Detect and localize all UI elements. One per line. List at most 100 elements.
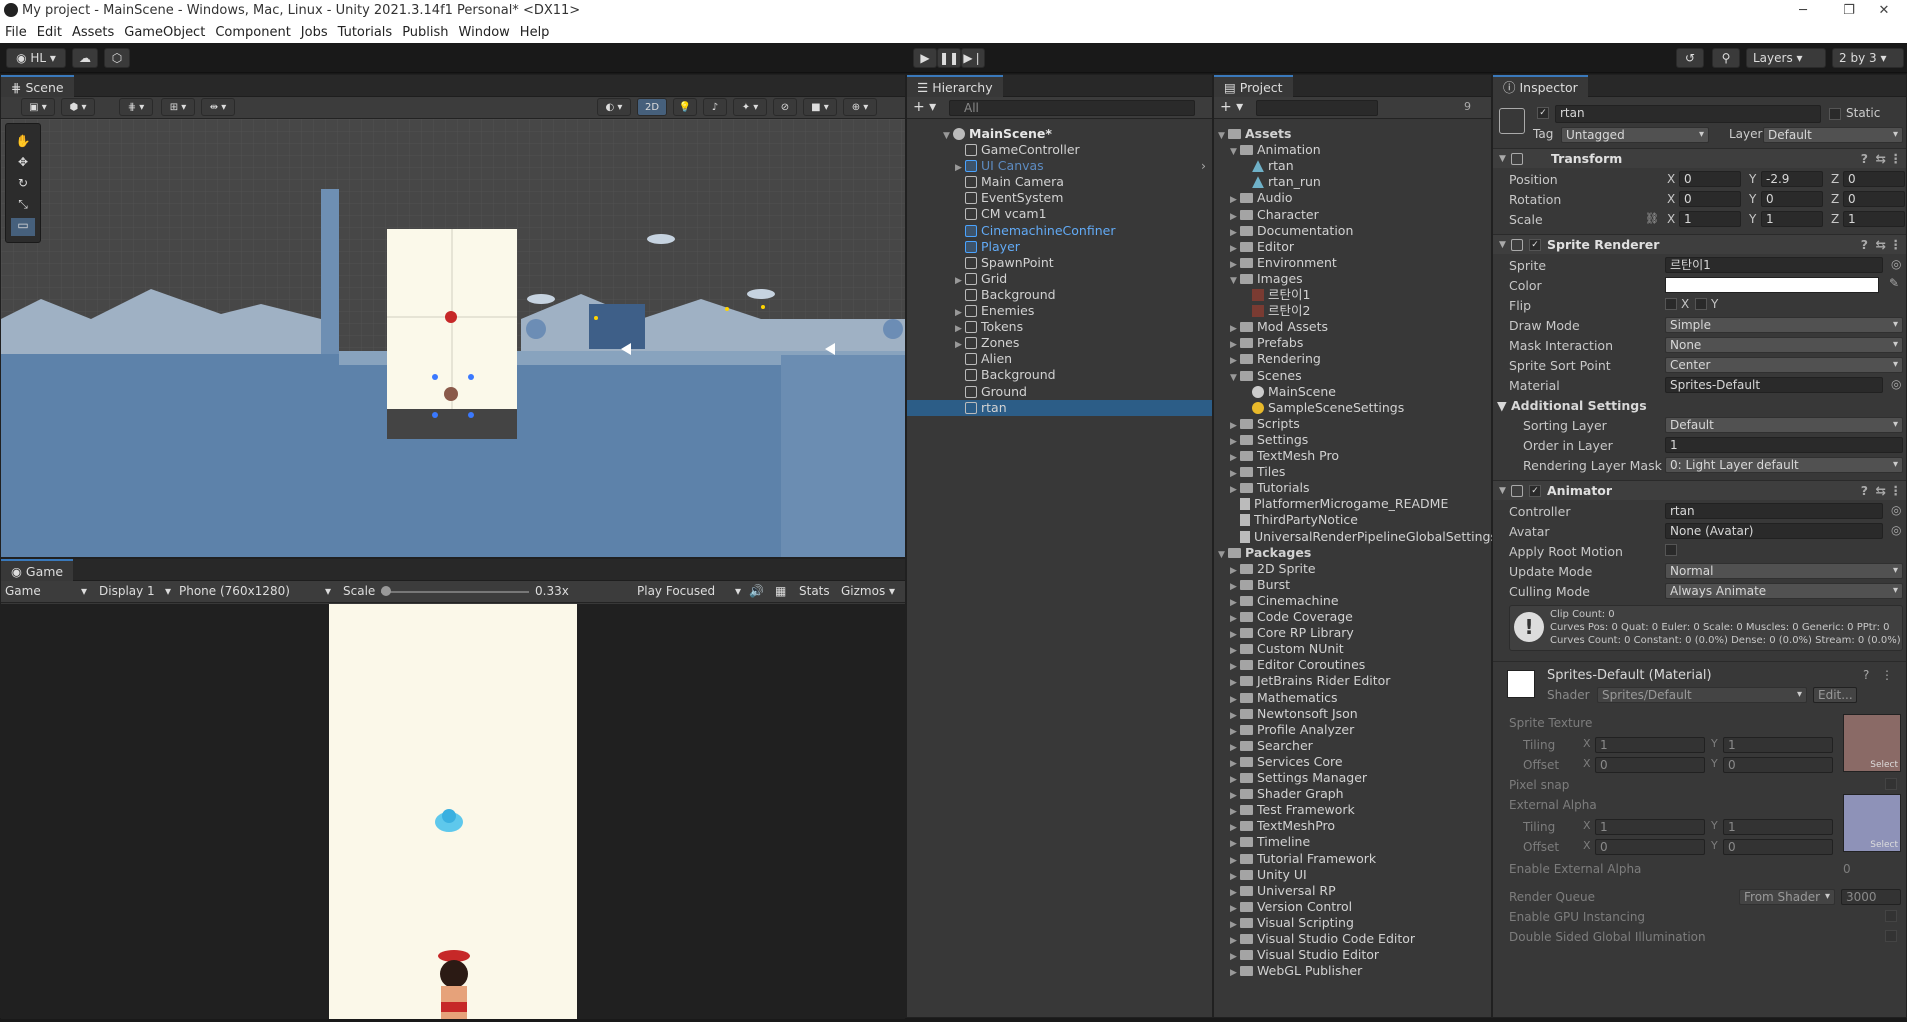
package-item[interactable]: ▶ Visual Scripting (1214, 915, 1491, 931)
project-item[interactable]: UniversalRenderPipelineGlobalSettings (1214, 529, 1497, 545)
project-item[interactable]: rtan (1214, 158, 1491, 174)
package-item[interactable]: ▶ Visual Studio Code Editor (1214, 931, 1491, 947)
package-item[interactable]: ▶ Services Core (1214, 754, 1491, 770)
hierarchy-item[interactable]: SpawnPoint (907, 255, 1212, 271)
account-button[interactable]: ◉ HL ▾ (6, 48, 66, 68)
project-item[interactable]: ▼ Animation (1214, 142, 1491, 158)
eyedropper-icon[interactable]: ✎ (1889, 276, 1899, 290)
help-icon[interactable]: ? (1861, 481, 1868, 501)
render-queue-dropdown[interactable]: From Shader (1739, 889, 1835, 905)
flip-y-checkbox[interactable] (1695, 298, 1707, 310)
tiling2-y[interactable]: 1 (1723, 819, 1833, 835)
component-menu-icon[interactable]: ⋮ (1890, 481, 1903, 501)
collab-icon[interactable]: ⬡ (104, 48, 130, 68)
rotate-tool-icon[interactable]: ↻ (11, 176, 35, 194)
scale-y[interactable]: 1 (1761, 211, 1823, 227)
gizmos-button[interactable]: Gizmos ▾ (841, 584, 901, 598)
hierarchy-item[interactable]: Alien (907, 351, 1212, 367)
offset1-x[interactable]: 0 (1595, 757, 1705, 773)
scene-viewport[interactable]: ✋ ✥ ↻ ⤡ ▭ (1, 119, 905, 557)
stats-button[interactable]: Stats (799, 584, 830, 598)
display-dropdown[interactable]: Display 1 ▾ (99, 584, 173, 598)
project-item[interactable]: ▶ Tutorials (1214, 480, 1491, 496)
mute-audio-icon[interactable]: 🔊 (749, 584, 764, 598)
pause-button[interactable]: ❚❚ (937, 48, 961, 68)
project-item[interactable]: ▶ Prefabs (1214, 335, 1491, 351)
avatar-field[interactable]: None (Avatar) (1665, 523, 1883, 539)
position-y[interactable]: -2.9 (1761, 171, 1823, 187)
material-help-icon[interactable]: ? (1863, 668, 1869, 682)
grid-dropdown[interactable]: ⊞ ▾ (161, 98, 195, 116)
animator-component[interactable]: ▼ ✓ Animator ? ⇆ ⋮ (1493, 480, 1906, 501)
project-item[interactable]: rtan_run (1214, 174, 1491, 190)
hierarchy-item[interactable]: Background (907, 287, 1212, 303)
sort-point-dropdown[interactable]: Center (1665, 357, 1903, 373)
lighting-icon[interactable]: 💡 (673, 98, 697, 116)
menu-component[interactable]: Component (210, 22, 295, 43)
history-icon[interactable]: ↺ (1676, 48, 1704, 68)
tab-scene[interactable]: ⋕ Scene (1, 75, 74, 97)
update-mode-dropdown[interactable]: Normal (1665, 563, 1903, 579)
hierarchy-item[interactable]: ▶ Tokens (907, 319, 1212, 335)
package-item[interactable]: ▶ Version Control (1214, 899, 1491, 915)
tab-inspector[interactable]: ⓘ Inspector (1493, 75, 1588, 97)
package-item[interactable]: ▶ Visual Studio Editor (1214, 947, 1491, 963)
project-item[interactable]: ThirdPartyNotice (1214, 512, 1491, 528)
move-tool-icon[interactable]: ✥ (11, 155, 35, 173)
project-item[interactable]: ▶ Editor (1214, 239, 1491, 255)
step-button[interactable]: ▶❘ (961, 48, 985, 68)
layer-dropdown[interactable]: Default (1763, 127, 1903, 143)
project-item[interactable]: ▶ Mod Assets (1214, 319, 1491, 335)
rect-tool-icon[interactable]: ▭ (11, 218, 35, 236)
controller-picker-icon[interactable]: ◎ (1891, 503, 1901, 517)
project-item[interactable]: ▶ Audio (1214, 190, 1491, 206)
menu-help[interactable]: Help (515, 22, 555, 43)
menu-jobs[interactable]: Jobs (296, 22, 333, 43)
project-item[interactable]: ▶ Tiles (1214, 464, 1491, 480)
project-item[interactable]: MainScene (1214, 384, 1491, 400)
package-item[interactable]: ▶ 2D Sprite (1214, 561, 1491, 577)
game-viewport[interactable] (1, 604, 905, 1019)
package-item[interactable]: ▶ Newtonsoft Json (1214, 706, 1491, 722)
scale-x[interactable]: 1 (1679, 211, 1741, 227)
sprite-texture-thumbnail[interactable]: Select (1843, 714, 1901, 772)
layout-dropdown[interactable]: 2 by 3 ▾ (1832, 48, 1904, 68)
create-add-button[interactable]: + ▾ (913, 99, 936, 115)
tab-project[interactable]: ▤ Project (1214, 75, 1293, 97)
package-item[interactable]: ▶ Mathematics (1214, 690, 1491, 706)
project-item[interactable]: ▶ Settings (1214, 432, 1491, 448)
offset2-y[interactable]: 0 (1723, 839, 1833, 855)
apply-root-motion-checkbox[interactable] (1665, 544, 1677, 556)
rendering-layer-mask-dropdown[interactable]: 0: Light Layer default (1665, 457, 1903, 473)
hierarchy-item[interactable]: EventSystem (907, 190, 1212, 206)
shader-dropdown[interactable]: Sprites/Default (1597, 687, 1807, 703)
game-view-dropdown[interactable]: Game ▾ (5, 584, 89, 598)
order-in-layer-input[interactable]: 1 (1665, 437, 1903, 453)
active-checkbox[interactable]: ✓ (1537, 107, 1549, 119)
sprite-field[interactable]: 르탄이1 (1665, 257, 1883, 273)
resolution-dropdown[interactable]: Phone (760x1280) ▾ (179, 584, 333, 598)
menu-assets[interactable]: Assets (67, 22, 119, 43)
foldout-arrow-icon[interactable]: ▼ (1499, 149, 1506, 169)
hierarchy-item[interactable]: CinemachineConfiner (907, 223, 1212, 239)
culling-mode-dropdown[interactable]: Always Animate (1665, 583, 1903, 599)
layers-dropdown[interactable]: Layers ▾ (1746, 48, 1826, 68)
hierarchy-item[interactable]: Main Camera (907, 174, 1212, 190)
material-picker-icon[interactable]: ◎ (1891, 377, 1901, 391)
package-item[interactable]: ▶ JetBrains Rider Editor (1214, 673, 1491, 689)
increment-snap-dropdown[interactable]: ⇹ ▾ (201, 98, 235, 116)
help-icon[interactable]: ? (1861, 149, 1868, 169)
hierarchy-item[interactable]: GameController (907, 142, 1212, 158)
menu-file[interactable]: File (0, 22, 32, 43)
hierarchy-item[interactable]: Ground (907, 384, 1212, 400)
package-item[interactable]: ▶ WebGL Publisher (1214, 963, 1491, 979)
minimize-button[interactable]: ─ (1780, 0, 1826, 22)
prefab-open-icon[interactable]: › (1201, 158, 1206, 174)
material-menu-icon[interactable]: ⋮ (1881, 668, 1893, 682)
project-item[interactable]: ▶ Environment (1214, 255, 1491, 271)
package-item[interactable]: ▶ Burst (1214, 577, 1491, 593)
package-item[interactable]: ▶ Settings Manager (1214, 770, 1491, 786)
mode-2d-button[interactable]: 2D (637, 98, 667, 116)
foldout-arrow-icon[interactable]: ▼ (1499, 481, 1506, 501)
position-z[interactable]: 0 (1843, 171, 1905, 187)
